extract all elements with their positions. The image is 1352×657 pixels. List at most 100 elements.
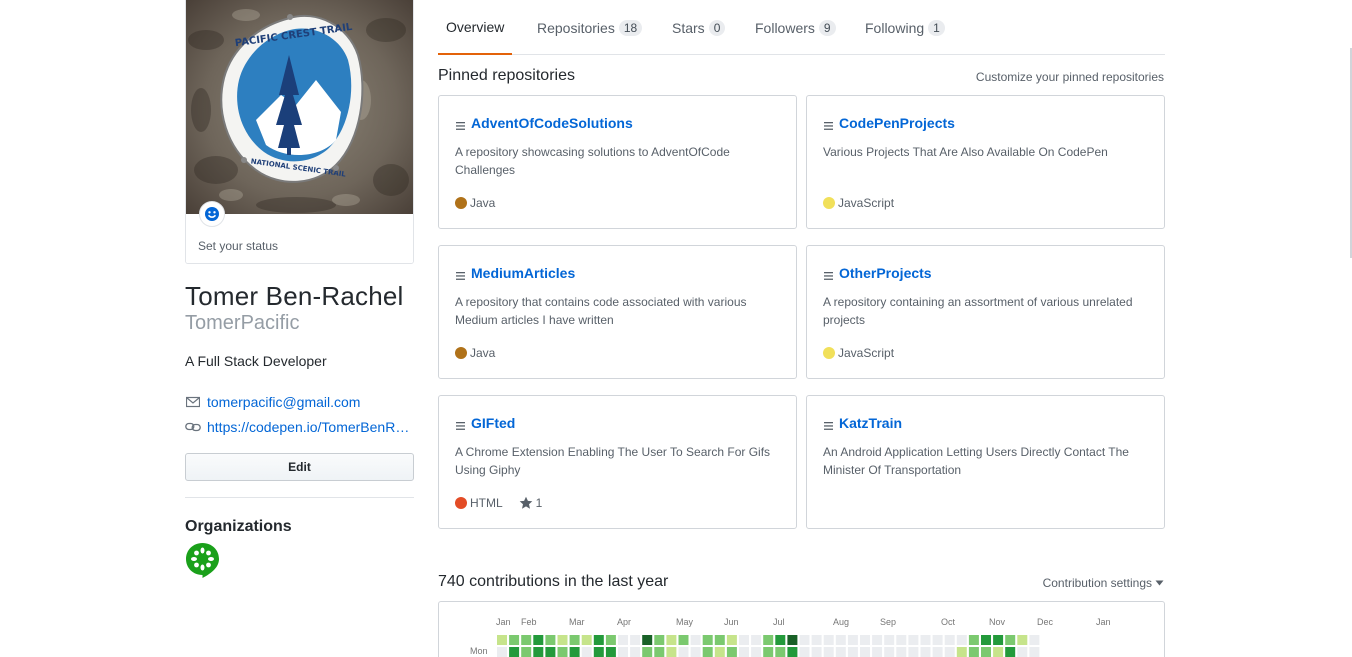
repo-name-link[interactable]: OtherProjects [839, 265, 932, 281]
contribution-day[interactable] [847, 635, 858, 645]
contribution-day[interactable] [1029, 635, 1040, 645]
contribution-day[interactable] [714, 635, 725, 645]
contribution-day[interactable] [981, 635, 991, 645]
customize-pinned-link[interactable]: Customize your pinned repositories [976, 70, 1164, 84]
contribution-day[interactable] [581, 647, 592, 657]
edit-profile-button[interactable]: Edit [185, 453, 414, 481]
contribution-day[interactable] [726, 635, 737, 645]
contribution-day[interactable] [932, 647, 943, 657]
contribution-day[interactable] [497, 635, 507, 645]
contribution-day[interactable] [763, 635, 774, 645]
contribution-day[interactable] [872, 635, 883, 645]
repo-name-link[interactable]: MediumArticles [471, 265, 575, 281]
repo-drag-icon[interactable] [823, 120, 835, 132]
contribution-day[interactable] [835, 647, 846, 657]
repo-drag-icon[interactable] [823, 420, 835, 432]
repo-stars-link[interactable]: 1 [519, 496, 542, 510]
contribution-day[interactable] [1029, 647, 1040, 657]
contribution-day[interactable] [908, 647, 919, 657]
contribution-day[interactable] [642, 635, 653, 645]
tab-followers[interactable]: Followers 9 [755, 0, 836, 55]
contribution-day[interactable] [787, 635, 798, 645]
contribution-day[interactable] [932, 635, 943, 645]
contribution-day[interactable] [521, 635, 532, 645]
contribution-day[interactable] [920, 647, 931, 657]
contribution-day[interactable] [823, 635, 834, 645]
contribution-settings-dropdown[interactable]: Contribution settings [1043, 576, 1164, 590]
contribution-day[interactable] [1005, 647, 1016, 657]
contribution-day[interactable] [593, 635, 604, 645]
contribution-day[interactable] [751, 647, 762, 657]
contribution-day[interactable] [860, 635, 870, 645]
contribution-day[interactable] [908, 635, 919, 645]
repo-drag-icon[interactable] [455, 420, 467, 432]
contribution-day[interactable] [1017, 635, 1028, 645]
contribution-day[interactable] [702, 635, 713, 645]
contribution-day[interactable] [872, 647, 883, 657]
contribution-day[interactable] [545, 635, 556, 645]
contribution-day[interactable] [860, 647, 870, 657]
contribution-day[interactable] [618, 647, 628, 657]
contribution-day[interactable] [605, 635, 616, 645]
contribution-day[interactable] [509, 635, 520, 645]
contribution-day[interactable] [593, 647, 604, 657]
contribution-day[interactable] [581, 635, 592, 645]
contribution-day[interactable] [944, 635, 955, 645]
contribution-day[interactable] [799, 635, 810, 645]
contribution-day[interactable] [630, 635, 641, 645]
contribution-day[interactable] [811, 647, 822, 657]
contribution-day[interactable] [557, 647, 568, 657]
contribution-day[interactable] [956, 647, 967, 657]
tab-stars[interactable]: Stars 0 [672, 0, 726, 55]
contribution-day[interactable] [654, 635, 665, 645]
profile-website-link[interactable]: https://codepen.io/TomerBenRachel [207, 419, 414, 435]
contribution-day[interactable] [533, 647, 544, 657]
contribution-day[interactable] [811, 635, 822, 645]
contribution-day[interactable] [666, 635, 677, 645]
contribution-day[interactable] [896, 647, 907, 657]
contribution-day[interactable] [835, 635, 846, 645]
contribution-day[interactable] [1005, 635, 1016, 645]
contribution-day[interactable] [497, 647, 507, 657]
contribution-day[interactable] [823, 647, 834, 657]
contribution-day[interactable] [702, 647, 713, 657]
contribution-day[interactable] [690, 647, 701, 657]
repo-name-link[interactable]: CodePenProjects [839, 115, 955, 131]
contribution-day[interactable] [605, 647, 616, 657]
repo-drag-icon[interactable] [455, 270, 467, 282]
contribution-day[interactable] [557, 635, 568, 645]
repo-drag-icon[interactable] [455, 120, 467, 132]
contribution-day[interactable] [944, 647, 955, 657]
contribution-day[interactable] [690, 635, 701, 645]
contribution-day[interactable] [1017, 647, 1028, 657]
repo-name-link[interactable]: AdventOfCodeSolutions [471, 115, 633, 131]
contribution-day[interactable] [642, 647, 653, 657]
contribution-day[interactable] [884, 647, 895, 657]
contribution-day[interactable] [533, 635, 544, 645]
contribution-day[interactable] [968, 635, 979, 645]
contribution-day[interactable] [993, 647, 1004, 657]
contribution-day[interactable] [509, 647, 520, 657]
contribution-day[interactable] [751, 635, 762, 645]
profile-avatar-image[interactable]: PACIFIC CREST TRAIL NATIONAL SCENIC TRAI… [186, 0, 414, 214]
profile-email-link[interactable]: tomerpacific@gmail.com [207, 394, 360, 410]
contribution-day[interactable] [678, 647, 689, 657]
contribution-day[interactable] [714, 647, 725, 657]
contribution-day[interactable] [666, 647, 677, 657]
contribution-day[interactable] [545, 647, 556, 657]
contribution-day[interactable] [630, 647, 641, 657]
repo-name-link[interactable]: GIFted [471, 415, 515, 431]
set-status-button[interactable]: Set your status [186, 201, 413, 263]
contribution-day[interactable] [618, 635, 628, 645]
contribution-day[interactable] [739, 635, 749, 645]
tab-repositories[interactable]: Repositories 18 [537, 0, 643, 55]
contribution-day[interactable] [775, 635, 786, 645]
contribution-day[interactable] [920, 635, 931, 645]
contribution-day[interactable] [799, 647, 810, 657]
contribution-day[interactable] [787, 647, 798, 657]
repo-drag-icon[interactable] [823, 270, 835, 282]
repo-name-link[interactable]: KatzTrain [839, 415, 902, 431]
contribution-day[interactable] [654, 647, 665, 657]
tab-following[interactable]: Following 1 [865, 0, 945, 55]
contribution-day[interactable] [739, 647, 749, 657]
